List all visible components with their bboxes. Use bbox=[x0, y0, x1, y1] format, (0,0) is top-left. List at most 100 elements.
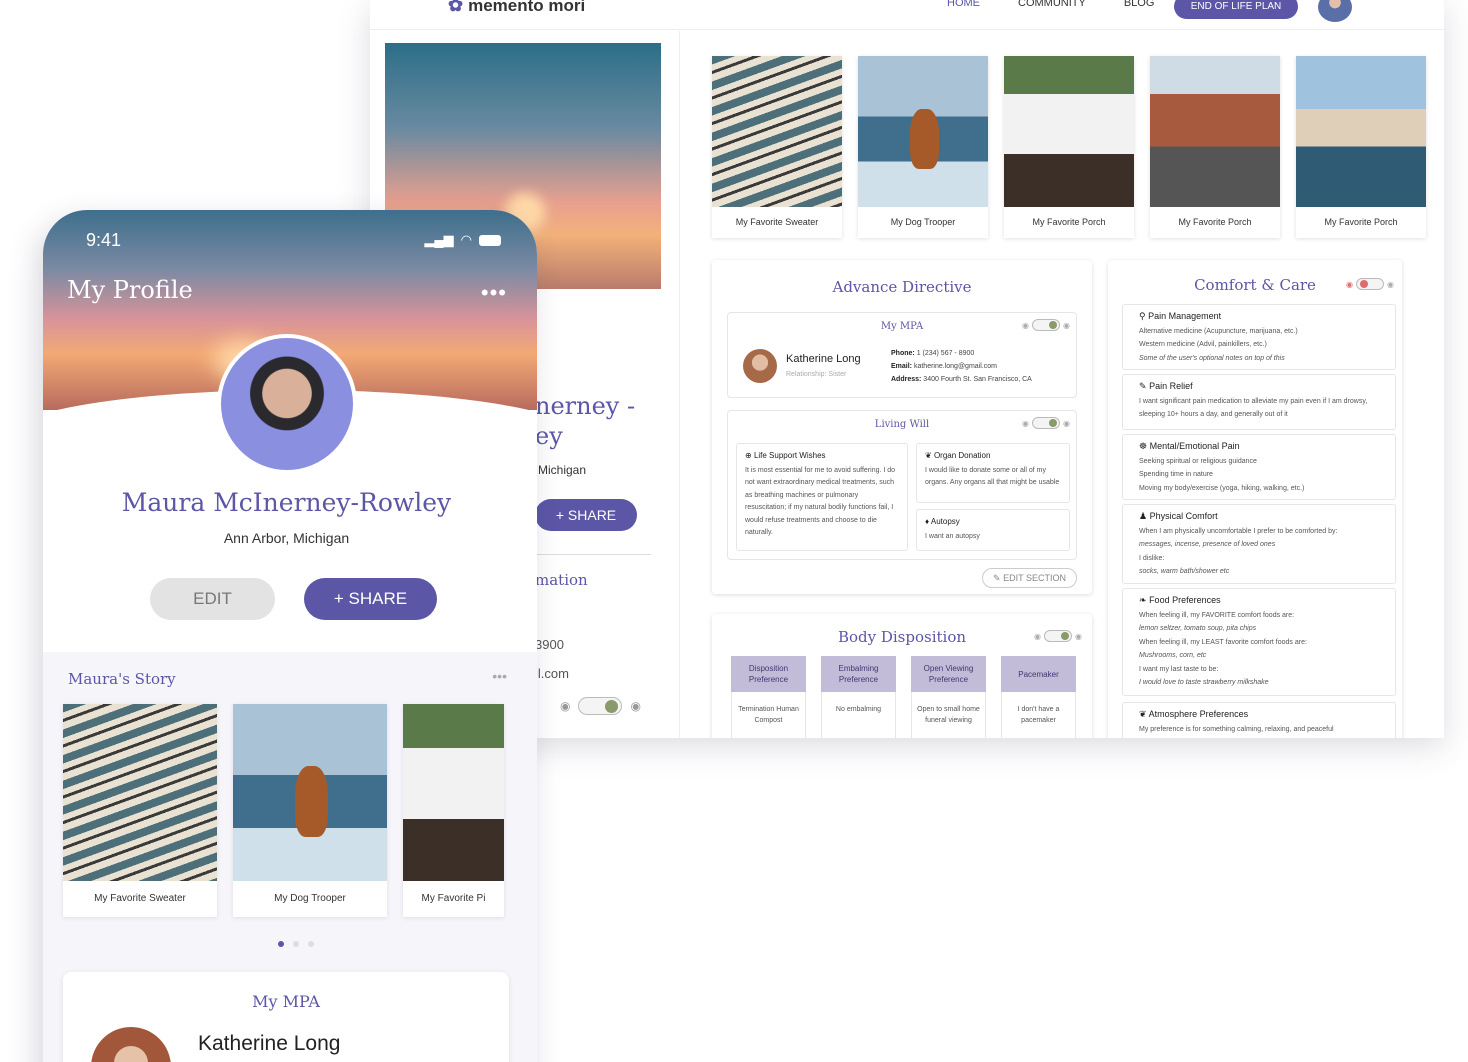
email-label: Email: bbox=[891, 363, 913, 370]
food-line: When feeling ill, my FAVORITE comfort fo… bbox=[1139, 611, 1295, 619]
physical-line: messages, incense, presence of loved one… bbox=[1139, 541, 1276, 548]
visibility-toggle-group: ◉ ◉ bbox=[560, 697, 641, 715]
life-support-icon: ⊕ bbox=[745, 451, 752, 460]
nav-community[interactable]: COMMUNITY bbox=[1018, 0, 1086, 9]
story-photo-carousel[interactable]: My Favorite Sweater My Dog Trooper My Fa… bbox=[63, 704, 504, 917]
photo-card[interactable]: My Favorite Sweater bbox=[63, 704, 217, 917]
advance-directive-card: Advance Directive My MPA ◉ ◉ Katherine Lo… bbox=[712, 260, 1092, 594]
body-disposition-visibility: ◉ ◉ bbox=[1034, 630, 1082, 642]
eye-off-icon: ◉ bbox=[1022, 320, 1030, 330]
eye-icon: ◉ bbox=[1075, 631, 1082, 641]
carousel-dot[interactable] bbox=[293, 941, 299, 947]
top-nav: ✿ memento mori HOME COMMUNITY BLOG END O… bbox=[370, 0, 1444, 30]
atmosphere-title: Atmosphere Preferences bbox=[1148, 709, 1249, 719]
mpa-phone: 1 (234) 567 - 8900 bbox=[916, 350, 975, 357]
mpa-title: My MPA bbox=[252, 992, 320, 1011]
disposition-column: Open Viewing Preference Open to small hom… bbox=[911, 656, 986, 738]
user-avatar[interactable] bbox=[1318, 0, 1352, 22]
carousel-dot[interactable] bbox=[278, 941, 284, 947]
eye-icon: ◉ bbox=[1063, 320, 1070, 330]
mpa-avatar bbox=[743, 349, 777, 383]
logo[interactable]: ✿ memento mori bbox=[448, 0, 585, 16]
eye-icon: ◉ bbox=[1387, 279, 1394, 289]
photo-caption: My Favorite Porch bbox=[1032, 217, 1106, 227]
photo-card[interactable]: My Favorite Porch bbox=[1004, 56, 1134, 238]
logo-text: memento mori bbox=[468, 0, 586, 15]
photo-card[interactable]: My Favorite Porch bbox=[1150, 56, 1280, 238]
photo-card[interactable]: My Favorite Porch bbox=[1296, 56, 1426, 238]
atmosphere-icon: ❦ bbox=[1139, 709, 1147, 719]
body-disposition-card: Body Disposition ◉ ◉ Disposition Preferen… bbox=[712, 614, 1092, 738]
signal-icon: ▂▄▆ bbox=[424, 232, 454, 247]
profile-name-partial: nerney - ey bbox=[535, 392, 636, 450]
comfort-care-toggle[interactable] bbox=[1356, 278, 1385, 290]
living-will-visibility-toggle[interactable] bbox=[1032, 417, 1061, 429]
nav-home[interactable]: HOME bbox=[947, 0, 980, 9]
photo-card[interactable]: My Dog Trooper bbox=[858, 56, 988, 238]
organ-text: I would like to donate some or all of my… bbox=[925, 466, 1060, 487]
body-disposition-toggle[interactable] bbox=[1044, 630, 1073, 642]
visibility-toggle[interactable] bbox=[578, 697, 623, 715]
food-line: When feeling ill, my LEAST favorite comf… bbox=[1139, 638, 1307, 646]
pain-management-note: Some of the user's optional notes on top… bbox=[1139, 354, 1285, 362]
share-button[interactable]: + SHARE bbox=[304, 578, 437, 620]
pill-icon: ⚲ bbox=[1139, 311, 1146, 321]
profile-avatar[interactable] bbox=[217, 334, 357, 474]
edit-section-label: EDIT SECTION bbox=[1003, 573, 1066, 583]
carousel-dot[interactable] bbox=[308, 941, 314, 947]
edit-section-button[interactable]: ✎ EDIT SECTION bbox=[982, 568, 1077, 588]
mpa-visibility: ◉ ◉ bbox=[1022, 319, 1070, 331]
address-label: Address: bbox=[891, 376, 922, 383]
food-icon: ❧ bbox=[1139, 595, 1147, 605]
edit-button[interactable]: EDIT bbox=[150, 578, 275, 620]
story-more-icon[interactable]: ••• bbox=[492, 668, 507, 684]
life-support-title: Life Support Wishes bbox=[753, 451, 826, 460]
photo-caption: My Favorite Sweater bbox=[735, 217, 819, 227]
photo-image bbox=[1296, 56, 1426, 207]
life-support-text: It is most essential for me to avoid suf… bbox=[745, 466, 896, 537]
autopsy-title: Autopsy bbox=[930, 517, 960, 526]
photo-image bbox=[858, 56, 988, 207]
page-title: My Profile bbox=[67, 276, 193, 304]
phone-label: Phone: bbox=[891, 350, 915, 357]
column-head: Disposition Preference bbox=[731, 656, 806, 692]
photo-image bbox=[1150, 56, 1280, 207]
eye-off-icon: ◉ bbox=[560, 699, 571, 713]
more-options-icon[interactable]: ••• bbox=[481, 280, 507, 306]
living-will-visibility: ◉ ◉ bbox=[1022, 417, 1070, 429]
profile-location: Ann Arbor, Michigan bbox=[223, 530, 350, 546]
photo-card[interactable]: My Dog Trooper bbox=[233, 704, 387, 917]
physical-comfort-item: ♟ Physical Comfort When I am physically … bbox=[1122, 504, 1396, 584]
photo-card[interactable]: My Favorite Pi bbox=[403, 704, 504, 917]
photo-card[interactable]: My Favorite Sweater bbox=[712, 56, 842, 238]
mpa-visibility-toggle[interactable] bbox=[1032, 319, 1061, 331]
food-line: I would love to taste strawberry milksha… bbox=[1139, 679, 1269, 686]
photo-caption: My Favorite Porch bbox=[1324, 217, 1398, 227]
pain-relief-item: ✎ Pain Relief I want significant pain me… bbox=[1122, 374, 1396, 430]
autopsy-icon: ♦ bbox=[925, 517, 930, 526]
battery-icon bbox=[479, 234, 501, 246]
eye-off-icon: ◉ bbox=[1346, 279, 1354, 289]
wifi-icon: ◠ bbox=[460, 232, 472, 247]
phone-partial: 3900 bbox=[535, 637, 564, 652]
mpa-section: My MPA ◉ ◉ Katherine Long Relationship: S… bbox=[727, 312, 1077, 398]
organ-title: Organ Donation bbox=[933, 451, 991, 460]
food-line: I want my last taste to be: bbox=[1139, 665, 1219, 673]
mpa-address: 3400 Fourth St. San Francisco, CA bbox=[923, 376, 1032, 383]
physical-line: I dislike: bbox=[1139, 554, 1165, 562]
divider bbox=[535, 554, 651, 555]
column-body: Open to small home funeral viewing bbox=[911, 692, 986, 738]
physical-line: socks, warm bath/shower etc bbox=[1139, 568, 1230, 575]
living-will-section: Living Will ◉ ◉ ⊕ Life Support Wishes It … bbox=[727, 410, 1077, 560]
mental-line: Seeking spiritual or religious guidance bbox=[1139, 457, 1257, 465]
share-button[interactable]: + SHARE bbox=[535, 499, 637, 531]
end-of-life-plan-button[interactable]: END OF LIFE PLAN bbox=[1174, 0, 1298, 19]
life-support-box: ⊕ Life Support Wishes It is most essenti… bbox=[736, 443, 908, 551]
photo-image bbox=[1004, 56, 1134, 207]
advance-directive-title: Advance Directive bbox=[832, 278, 972, 296]
profile-name: Maura McInerney-Rowley bbox=[121, 488, 452, 517]
eye-icon: ◉ bbox=[630, 699, 641, 713]
physical-line: When I am physically uncomfortable I pre… bbox=[1139, 527, 1338, 535]
nav-blog[interactable]: BLOG bbox=[1124, 0, 1155, 9]
comfort-care-visibility: ◉ ◉ bbox=[1346, 278, 1394, 290]
